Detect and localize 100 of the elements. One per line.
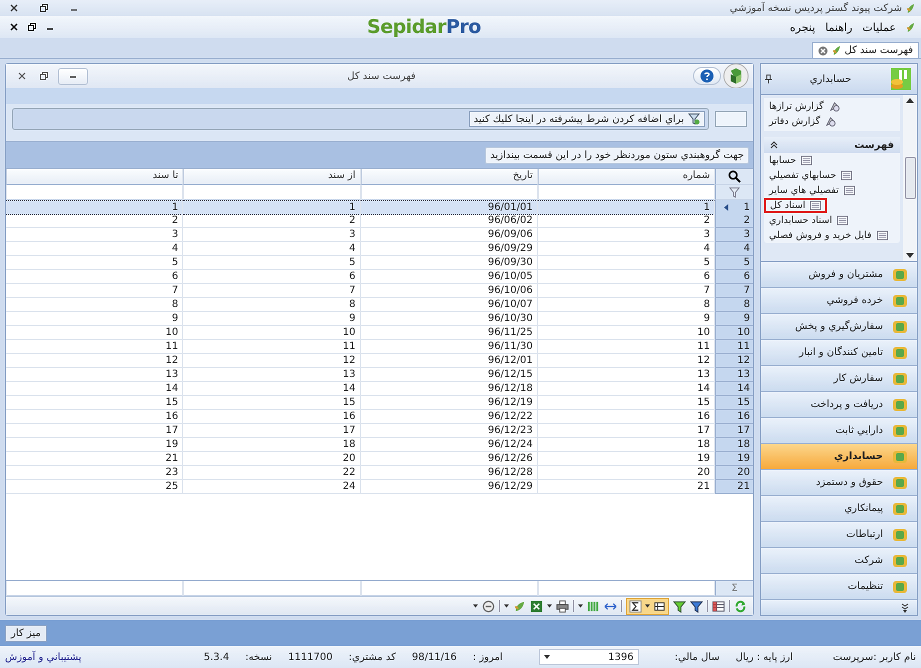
table-cell: 25 [6, 480, 184, 494]
column-header[interactable]: از سند [183, 169, 360, 185]
taskbar-button[interactable]: ميز كار [5, 624, 47, 642]
caret-icon[interactable] [547, 604, 552, 608]
row-header-cell[interactable]: 21 [715, 480, 753, 494]
columns-icon[interactable] [653, 600, 666, 612]
module-button[interactable]: مشتريان و فروش [761, 262, 917, 288]
row-header-cell[interactable]: 6 [715, 270, 753, 284]
table-cell: 96/09/06 [360, 228, 538, 242]
row-header-cell[interactable]: 7 [715, 284, 753, 298]
sidebar-item[interactable]: گزارش دفاتر [764, 114, 842, 129]
chevron-icon[interactable] [901, 602, 909, 612]
row-header-cell[interactable]: 1 [715, 200, 753, 215]
support-link[interactable]: پشتيباني و آموزش [5, 652, 82, 662]
row-header-cell[interactable]: 11 [715, 340, 753, 354]
column-header[interactable]: تاريخ [360, 169, 538, 185]
row-header-cell[interactable]: 17 [715, 424, 753, 438]
window-title: فهرست سند كل [346, 70, 417, 82]
row-number: 8 [744, 299, 750, 310]
document-tab[interactable]: فهرست سند كل [812, 42, 919, 58]
menu-item[interactable]: عمليات [862, 20, 896, 34]
module-button[interactable]: تامين كنندگان و انبار [761, 340, 917, 366]
caret-icon[interactable] [473, 604, 478, 608]
column-header[interactable]: تا سند [6, 169, 184, 185]
printer-icon[interactable] [556, 600, 569, 612]
coins-chart-icon [889, 67, 913, 91]
row-header-cell[interactable]: 5 [715, 256, 753, 270]
module-button[interactable]: تنظيمات [761, 574, 917, 600]
caret-icon [544, 655, 550, 659]
row-header-cell[interactable]: 15 [715, 396, 753, 410]
sidebar-item[interactable]: حسابها [764, 153, 818, 168]
row-header-cell[interactable]: 14 [715, 382, 753, 396]
table-cell: 10 [538, 326, 715, 340]
close-icon[interactable] [818, 46, 828, 56]
table-cell: 96/12/24 [360, 438, 538, 452]
module-button[interactable]: حسابداري [761, 444, 917, 470]
section-header[interactable]: فهرست [764, 137, 900, 153]
sidebar-item[interactable]: گزارش ترازها [764, 99, 845, 114]
row-header-cell[interactable]: 18 [715, 438, 753, 452]
row-number: 12 [737, 355, 750, 366]
sidebar-item[interactable]: اسناد كل [764, 198, 828, 213]
sidebar-item[interactable]: حسابهاي تفصيلي [764, 168, 858, 183]
caret-icon[interactable] [645, 604, 650, 608]
sidebar-item[interactable]: فايل خريد و فروش فصلي [764, 228, 892, 243]
table-cell: 12 [6, 354, 184, 368]
sidebar-item[interactable]: اسناد حسابداري [764, 213, 854, 228]
status-text: نسخه: [245, 652, 272, 662]
module-button[interactable]: دريافت و پرداخت [761, 392, 917, 418]
column-header[interactable]: شماره [538, 169, 715, 185]
caret-icon[interactable] [578, 604, 583, 608]
table-cell: 96/12/01 [360, 354, 538, 368]
scrollbar[interactable] [903, 95, 917, 261]
table-cell: 6 [183, 270, 360, 284]
table-cell: 17 [538, 424, 715, 438]
filter-icon[interactable] [690, 600, 703, 612]
row-header-cell[interactable]: 13 [715, 368, 753, 382]
fiscal-year-dropdown[interactable]: 1396 [538, 649, 639, 665]
row-header-cell[interactable]: 10 [715, 326, 753, 340]
row-header-cell[interactable]: 19 [715, 452, 753, 466]
filter-icon[interactable] [673, 600, 686, 612]
leaf-icon[interactable] [513, 600, 526, 612]
row-header-cell[interactable]: 12 [715, 354, 753, 368]
module-button[interactable]: حقوق و دستمزد [761, 470, 917, 496]
row-header-cell[interactable]: 9 [715, 312, 753, 326]
filter-field[interactable] [715, 111, 747, 127]
module-button[interactable]: سفارش كار [761, 366, 917, 392]
circle-minus-icon[interactable] [482, 600, 495, 612]
module-button[interactable]: دارايي ثابت [761, 418, 917, 444]
help-button[interactable] [693, 67, 721, 85]
row-header-cell[interactable]: 16 [715, 410, 753, 424]
module-button[interactable]: شركت [761, 548, 917, 574]
row-header-cell[interactable]: 3 [715, 228, 753, 242]
module-button[interactable]: سفارش‌گيري و پخش [761, 314, 917, 340]
sidebar-item[interactable]: تفصيلي هاي ساير [764, 183, 860, 198]
table-cell: 9 [6, 312, 184, 326]
pin-icon[interactable] [765, 74, 772, 84]
table-cell: 96/12/26 [360, 452, 538, 466]
refresh-icon[interactable] [734, 600, 747, 612]
splitter-handle[interactable] [6, 134, 753, 142]
module-button[interactable]: پيمانكاري [761, 496, 917, 522]
search-button[interactable] [715, 169, 753, 185]
spreadsheet-icon[interactable] [530, 600, 543, 612]
row-header-cell[interactable]: 8 [715, 298, 753, 312]
caret-icon[interactable] [504, 604, 509, 608]
scroll-thumb[interactable] [904, 157, 916, 199]
menu-item[interactable]: پنجره [790, 20, 816, 34]
table-cell: 15 [183, 396, 360, 410]
row-header-cell[interactable]: 2 [715, 214, 753, 228]
module-button[interactable]: ارتباطات [761, 522, 917, 548]
advanced-filter-button[interactable]: براي اضافه كردن شرط پيشرفته در اينجا كليك كنيد [468, 111, 705, 127]
row-header-cell[interactable]: 4 [715, 242, 753, 256]
row-number: 7 [744, 285, 750, 296]
sigma-icon[interactable] [629, 600, 642, 612]
cube-logo-icon [723, 63, 749, 89]
table-cell: 20 [183, 452, 360, 466]
row-number: 6 [744, 271, 750, 282]
grid-icon[interactable] [712, 600, 725, 612]
module-button[interactable]: خرده فروشي [761, 288, 917, 314]
row-header-cell[interactable]: 20 [715, 466, 753, 480]
menu-item[interactable]: راهنما [825, 20, 852, 34]
